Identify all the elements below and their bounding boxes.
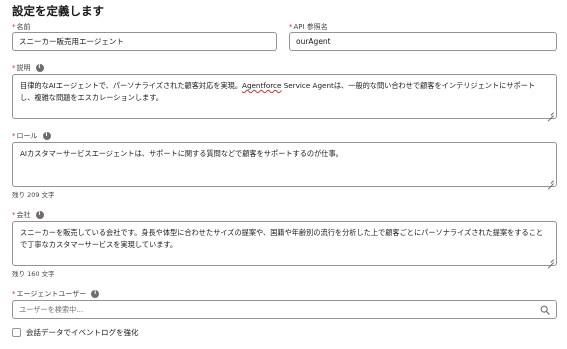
resize-handle[interactable] — [547, 256, 554, 263]
api-name-input[interactable]: ourAgent — [289, 32, 557, 51]
info-icon[interactable]: i — [35, 64, 44, 72]
spellcheck-word: Agentforce — [242, 81, 282, 90]
event-log-label: 会話データでイベントログを強化 — [26, 328, 139, 337]
agent-user-placeholder: ユーザーを検索中... — [19, 304, 84, 314]
required-indicator: * — [12, 211, 16, 219]
name-label: * 名前 — [12, 23, 31, 31]
role-remaining-count: 残り 209 文字 — [12, 191, 55, 199]
description-textarea[interactable]: 目律的なAIエージェントで、パーソナライズされた顧客対応を実現。Agentfor… — [12, 74, 557, 119]
agent-user-search[interactable]: ユーザーを検索中... — [12, 300, 557, 319]
required-indicator: * — [12, 132, 16, 140]
api-name-label: * API 参照名 — [289, 23, 328, 31]
info-icon[interactable]: i — [91, 290, 100, 298]
resize-handle[interactable] — [547, 109, 554, 116]
company-textarea[interactable]: スニーカーを販売している会社です。身長や体型に合わせたサイズの提案や、国籍や年齢… — [12, 221, 557, 266]
company-label: * 会社 i — [12, 210, 44, 220]
role-textarea[interactable]: AIカスタマーサービスエージェントは、サポートに関する質問などで顧客をサポートす… — [12, 142, 557, 187]
info-icon[interactable]: i — [35, 211, 44, 219]
company-remaining-count: 残り 160 文字 — [12, 270, 55, 278]
agent-user-label: * エージェントユーザー i — [12, 289, 100, 299]
event-log-checkbox[interactable] — [12, 328, 21, 337]
agent-settings-form: 設定を定義します * 名前 スニーカー販売用エージェント * API 参照名 o… — [0, 0, 567, 349]
required-indicator: * — [12, 23, 16, 31]
required-indicator: * — [289, 23, 293, 31]
description-label: * 説明 i — [12, 63, 44, 73]
required-indicator: * — [12, 64, 16, 72]
info-icon[interactable]: i — [42, 132, 51, 140]
name-input[interactable]: スニーカー販売用エージェント — [12, 32, 277, 51]
search-icon[interactable] — [540, 305, 550, 315]
required-indicator: * — [12, 290, 16, 298]
resize-handle[interactable] — [547, 177, 554, 184]
role-label: * ロール i — [12, 131, 51, 141]
page-heading: 設定を定義します — [12, 4, 104, 18]
